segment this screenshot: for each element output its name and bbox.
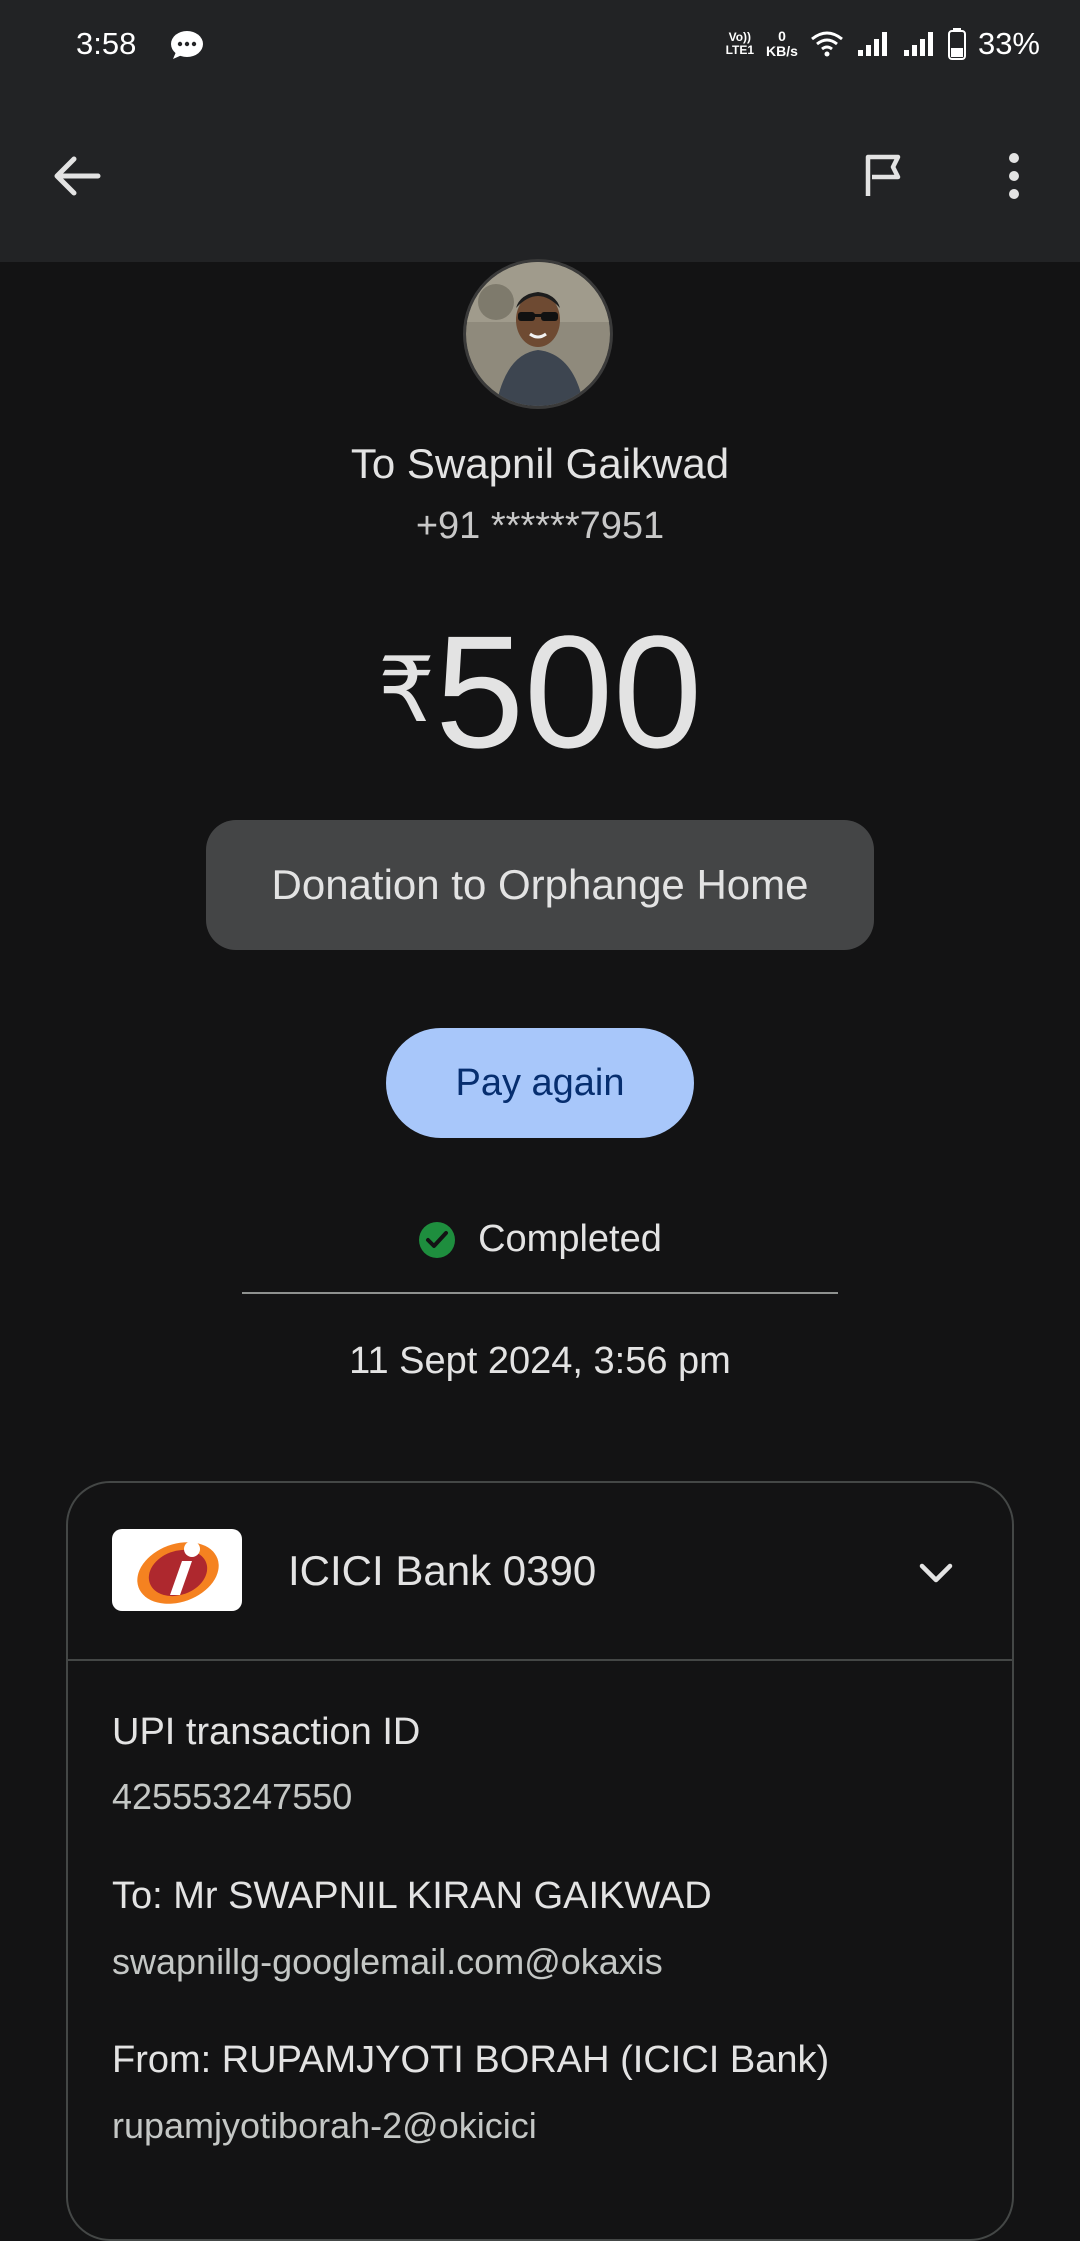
divider	[242, 1292, 838, 1294]
flag-icon[interactable]	[860, 152, 908, 200]
status-label: Completed	[478, 1218, 662, 1260]
signal-icon-2	[903, 32, 933, 56]
battery-percent: 33%	[977, 26, 1040, 61]
currency-symbol: ₹	[377, 641, 436, 741]
status-icons: Vo)) LTE1 0 KB/s 33%	[726, 22, 1040, 66]
from-label: From: RUPAMJYOTI BORAH (ICICI Bank)	[112, 2039, 830, 2081]
icici-logo-icon	[112, 1529, 242, 1611]
message-notification-icon	[171, 31, 203, 59]
payee-avatar	[463, 259, 613, 409]
to-label: To: Mr SWAPNIL KIRAN GAIKWAD	[112, 1875, 712, 1917]
pay-again-button[interactable]: Pay again	[386, 1028, 694, 1138]
from-upi-value: rupamjyotiborah-2@okicici	[112, 2105, 537, 2146]
arrow-left-icon[interactable]	[50, 150, 102, 202]
amount: ₹500	[0, 600, 1080, 784]
bank-card-header[interactable]: ICICI Bank 0390	[68, 1483, 1012, 1661]
transaction-datetime: 11 Sept 2024, 3:56 pm	[349, 1340, 731, 1382]
payee-name: To Swapnil Gaikwad	[350, 440, 730, 487]
battery-icon	[947, 28, 966, 60]
amount-value: 500	[435, 602, 703, 781]
to-upi-value: swapnillg-googlemail.com@okaxis	[112, 1941, 663, 1982]
bank-details-card: ICICI Bank 0390 UPI transaction ID 42555…	[66, 1481, 1014, 2241]
bank-name: ICICI Bank 0390	[288, 1547, 597, 1594]
transaction-status: Completed	[0, 1218, 1080, 1261]
check-circle-icon	[419, 1221, 456, 1258]
payment-note: Donation to Orphange Home	[206, 820, 874, 950]
chevron-down-icon[interactable]	[914, 1551, 958, 1595]
volte-indicator: Vo)) LTE1	[725, 30, 755, 57]
signal-icon	[857, 32, 887, 56]
wifi-icon	[811, 31, 843, 57]
payee-phone: +91 ******7951	[415, 505, 665, 547]
status-time: 3:58	[76, 26, 137, 61]
upi-id-value: 425553247550	[112, 1776, 353, 1817]
more-vert-icon[interactable]	[998, 150, 1030, 202]
upi-id-label: UPI transaction ID	[112, 1711, 421, 1753]
network-speed: 0 KB/s	[766, 28, 798, 59]
